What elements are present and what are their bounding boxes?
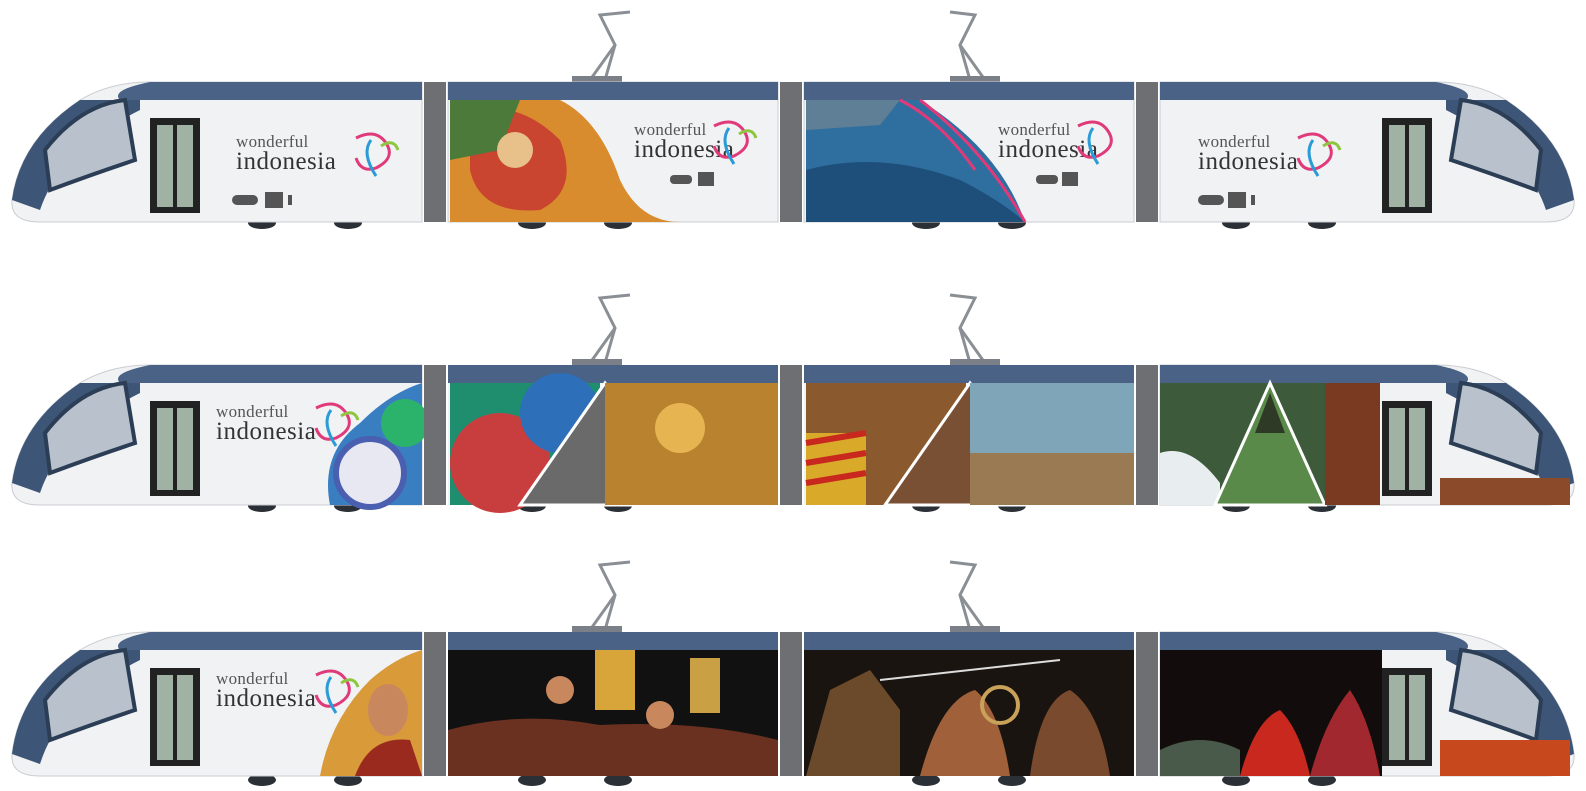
wonderful-indonesia-logo: wonderful indonesia [998, 116, 1178, 166]
wonderful-indonesia-logo: wonderful indonesia [236, 128, 416, 178]
pantograph-left [572, 10, 631, 82]
tram-variant-1: wonderful indonesia wonderful indonesia … [0, 0, 1586, 240]
tram-variant-3: wonderful indonesia [0, 550, 1586, 790]
wonderful-indonesia-logo: wonderful indonesia [216, 398, 396, 448]
logo-bird-icon [712, 120, 758, 165]
wonderful-indonesia-logo: wonderful indonesia [216, 665, 396, 715]
wonderful-indonesia-logo: wonderful indonesia [1198, 128, 1378, 178]
logo-bird-icon [1296, 132, 1342, 177]
logo-bird-icon [314, 669, 360, 714]
logo-bird-icon [1076, 120, 1113, 165]
pantograph-right [949, 10, 1000, 82]
logo-bird-icon [314, 402, 360, 447]
wonderful-indonesia-logo: wonderful indonesia [634, 116, 814, 166]
logo-bird-icon [354, 132, 400, 177]
tram-variant-2: wonderful indonesia [0, 283, 1586, 523]
